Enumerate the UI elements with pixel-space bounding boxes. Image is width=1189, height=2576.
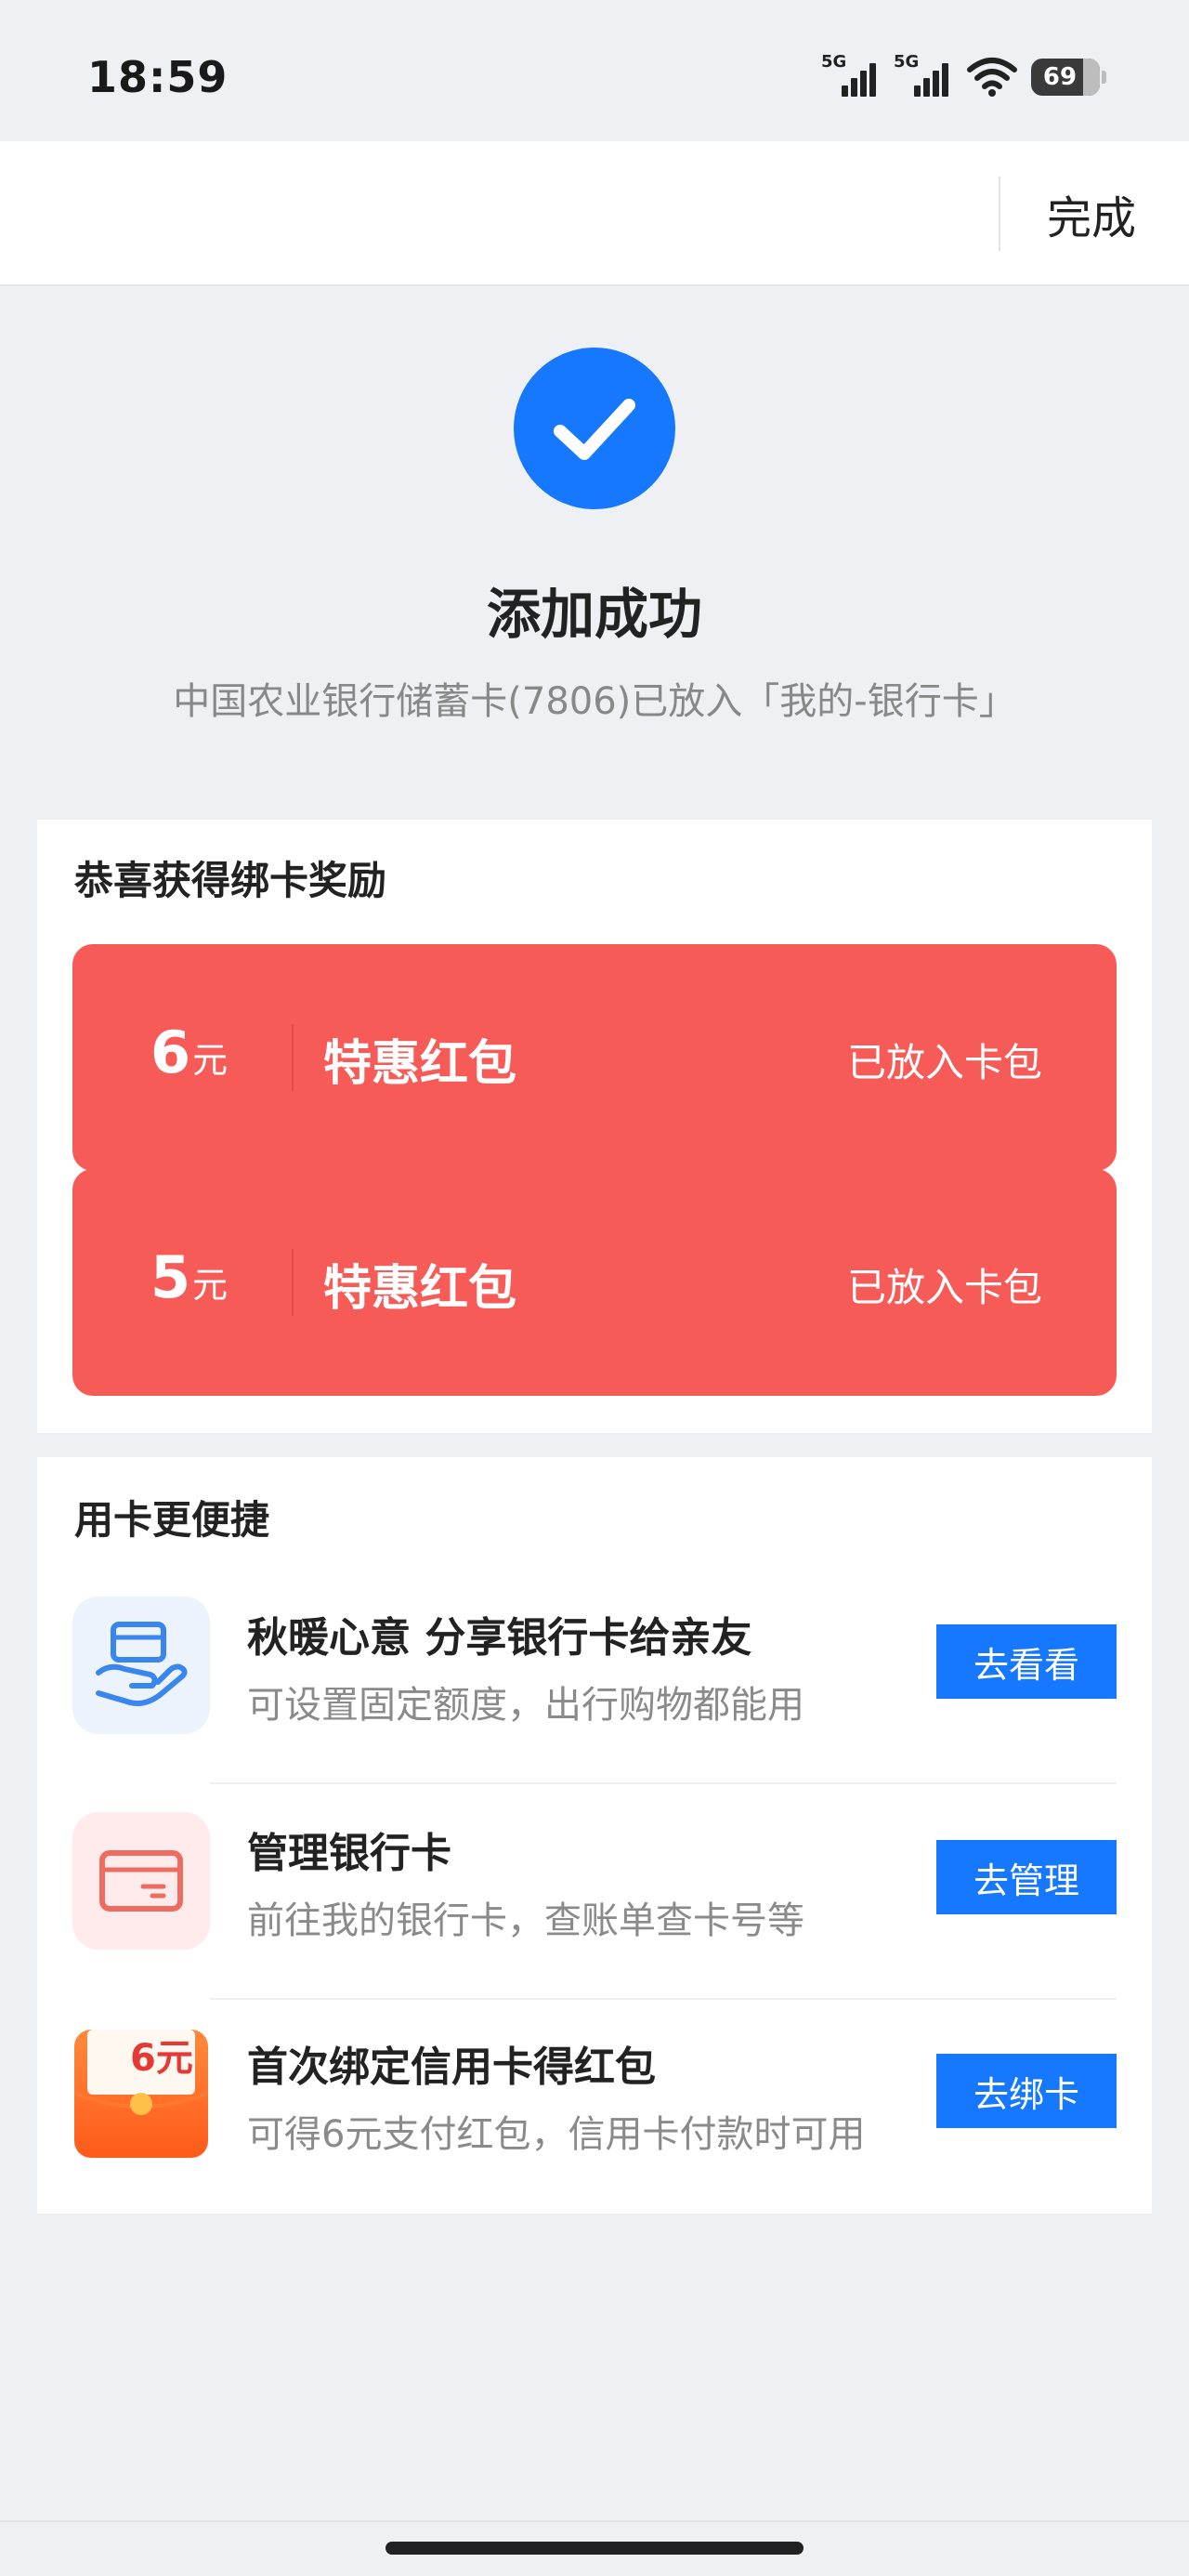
signal-5g-icon: 5G: [821, 52, 881, 100]
check-icon: [514, 348, 675, 509]
row-divider: [210, 1998, 1117, 2000]
status-time: 18:59: [87, 52, 229, 102]
shortcut-title: 用卡更便捷: [74, 1497, 270, 1543]
wifi-icon: [967, 58, 1017, 97]
amount-unit: 元: [192, 1040, 229, 1081]
amount-value: 6: [150, 1019, 191, 1086]
red-packet-item[interactable]: 5 元 特惠红包 已放入卡包: [72, 1169, 1117, 1396]
signal-label: 5G: [821, 52, 847, 72]
shortcut-card: 用卡更便捷 秋暖心意 分享银行卡给亲友 可设置固定额度，出行购物都能用 去看看 …: [37, 1457, 1152, 2214]
success-title: 添加成功: [486, 583, 702, 646]
shortcut-title-text: 首次绑定信用卡得红包: [247, 2044, 656, 2091]
reward-title: 恭喜获得绑卡奖励: [74, 858, 387, 903]
red-packet-status: 已放入卡包: [846, 1265, 1042, 1310]
bottom-divider: [0, 2520, 1189, 2522]
status-bar: 18:59 5G 5G 69: [0, 0, 1189, 141]
nav-bar: 完成: [0, 141, 1189, 286]
red-packet-separator: [292, 1024, 294, 1091]
success-description: 中国农业银行储蓄卡(7806)已放入「我的-银行卡」: [173, 680, 1016, 723]
shortcut-subtitle: 可设置固定额度，出行购物都能用: [247, 1684, 804, 1727]
done-button[interactable]: 完成: [1022, 178, 1161, 249]
red-packet-amount: 5 元: [150, 1243, 228, 1311]
home-indicator[interactable]: [385, 2542, 804, 2555]
red-packet-icon: 6元: [72, 2026, 210, 2163]
red-packet-status: 已放入卡包: [846, 1040, 1042, 1085]
shortcut-title-text: 秋暖心意 分享银行卡给亲友: [247, 1614, 752, 1662]
bank-card-icon: [72, 1812, 210, 1950]
shortcut-row-manage-card[interactable]: 管理银行卡 前往我的银行卡，查账单查卡号等 去管理: [37, 1812, 1152, 2028]
manage-button[interactable]: 去管理: [936, 1840, 1117, 1914]
signal-label: 5G: [894, 52, 920, 72]
shortcut-subtitle: 前往我的银行卡，查账单查卡号等: [247, 1899, 804, 1942]
share-card-icon: [72, 1597, 210, 1734]
row-divider: [210, 1782, 1117, 1784]
shortcut-subtitle: 可得6元支付红包，信用卡付款时可用: [247, 2113, 866, 2156]
nav-divider: [999, 177, 1000, 251]
signal-5g-icon: 5G: [894, 52, 953, 100]
shortcut-title-text: 管理银行卡: [247, 1830, 451, 1877]
red-packet-separator: [292, 1249, 294, 1316]
reward-card: 恭喜获得绑卡奖励 6 元 特惠红包 已放入卡包 5 元 特惠红包 已放入卡包: [37, 820, 1152, 1433]
shortcut-row-bind-credit-card[interactable]: 6元 首次绑定信用卡得红包 可得6元支付红包，信用卡付款时可用 去绑卡: [37, 2026, 1152, 2241]
view-button[interactable]: 去看看: [936, 1624, 1117, 1699]
battery-level: 69: [1042, 63, 1078, 91]
battery-icon: 69: [1031, 59, 1106, 96]
packet-icon-amount: 6元: [130, 2037, 193, 2080]
shortcut-row-share-card[interactable]: 秋暖心意 分享银行卡给亲友 可设置固定额度，出行购物都能用 去看看: [37, 1597, 1152, 1812]
red-packet-item[interactable]: 6 元 特惠红包 已放入卡包: [72, 944, 1117, 1171]
amount-value: 5: [150, 1243, 191, 1311]
bind-card-button[interactable]: 去绑卡: [936, 2054, 1117, 2128]
red-packet-amount: 6 元: [150, 1019, 228, 1086]
status-icons: 5G 5G 69: [821, 52, 1106, 100]
red-packet-name: 特惠红包: [323, 1036, 517, 1092]
red-packet-name: 特惠红包: [323, 1261, 517, 1317]
amount-unit: 元: [192, 1265, 229, 1306]
